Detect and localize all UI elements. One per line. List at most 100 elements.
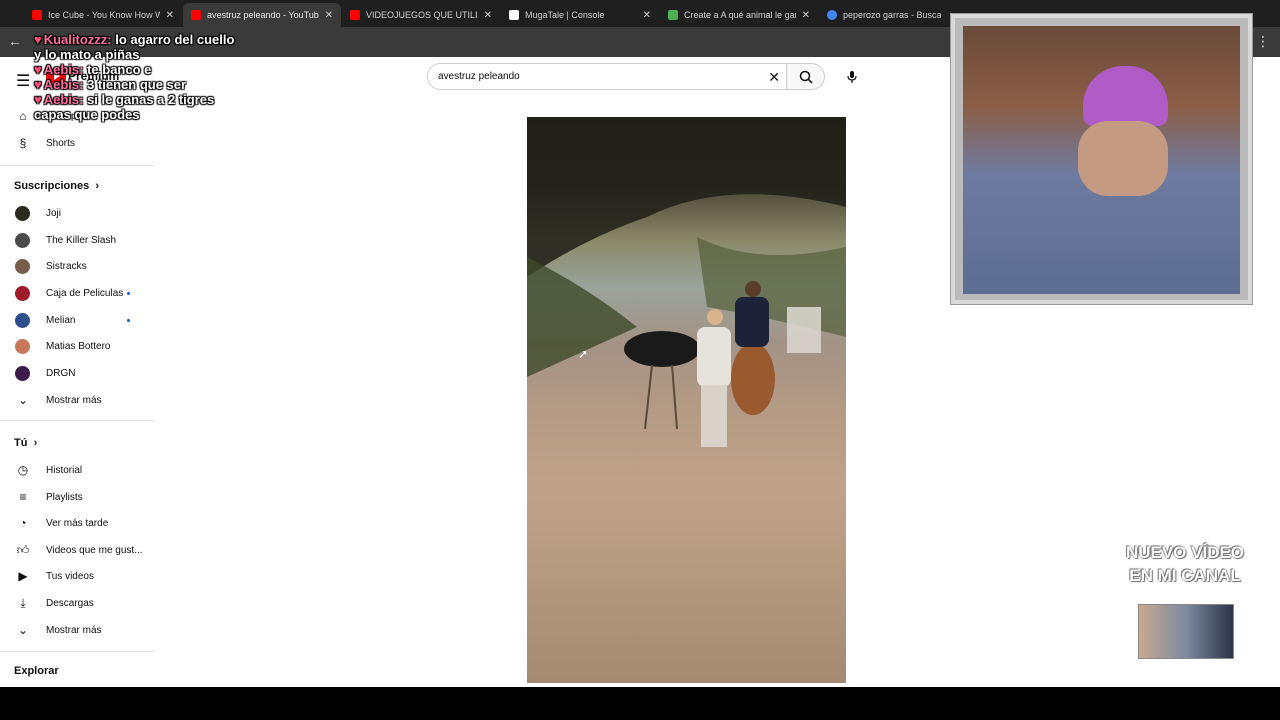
webcam-beanie [1083,66,1168,126]
browser-tab-3[interactable]: MugaTale | Console ✕ [501,3,659,27]
avatar [15,258,30,274]
close-tab-icon[interactable]: ✕ [802,10,810,21]
explore-heading-label: Explorar [14,665,59,677]
sidebar-item-playlists[interactable]: ≡ Playlists [0,485,150,509]
sidebar-item-channel[interactable]: Sistracks [0,254,150,278]
stream-chat-overlay: ♥ Kualitozzz: lo agarro del cuello y lo m… [34,32,234,122]
close-tab-icon[interactable]: ✕ [166,10,174,21]
you-heading[interactable]: Tú › [14,437,37,449]
sidebar-item-label: Playlists [46,491,83,503]
sidebar-item-channel[interactable]: The Killer Slash [0,228,150,252]
chevron-down-icon: ⌄ [17,623,29,637]
sidebar-item-label: Mostrar más [46,394,102,406]
sidebar-item-channel[interactable]: Matias Bottero [0,334,150,358]
sidebar-item-label: Descargas [46,597,94,609]
kebab-menu-icon[interactable]: ⋮ [1256,33,1270,50]
search-icon [799,70,813,84]
chat-text: y lo mato a piñas [34,47,140,62]
chat-message: ♥ Aebis: te banco e [34,62,234,77]
browser-tab-1[interactable]: avestruz peleando - YouTube ✕ [183,3,341,27]
browser-tab-5[interactable]: peperozo garras - Buscar con Google [819,3,949,27]
close-tab-icon[interactable]: ✕ [643,10,651,21]
back-arrow-icon[interactable]: ← [8,33,22,49]
youtube-favicon-icon [32,10,42,20]
sidebar-item-label: Mostrar más [46,624,102,636]
divider [0,651,155,652]
chat-nick: Aebis: [43,62,84,77]
close-tab-icon[interactable]: ✕ [325,10,333,21]
promo-line-2: EN MI CANAL [1129,566,1241,585]
channel-name: Sistracks [46,260,87,272]
channel-name: The Killer Slash [46,234,117,246]
subscriptions-heading[interactable]: Suscripciones › [14,180,99,192]
heart-icon: ♥ [34,62,42,77]
sidebar-item-your-videos[interactable]: ▶ Tus videos [0,564,150,588]
tab-title: Create a A qué animal le ganarías [684,10,796,20]
chat-text: capas que podes [34,107,140,122]
avatar [15,312,30,328]
avatar [15,205,30,221]
sidebar-item-channel[interactable]: Caja de Peliculas [0,281,150,305]
browser-tab-4[interactable]: Create a A qué animal le ganarías ✕ [660,3,818,27]
divider [0,165,155,166]
sidebar-item-shorts[interactable]: § Shorts [0,131,150,155]
tab-title: MugaTale | Console [525,10,605,20]
sidebar-item-downloads[interactable]: ⤓ Descargas [0,591,150,615]
sidebar-item-history[interactable]: ◷ Historial [0,458,150,482]
heart-icon: ♥ [34,32,42,47]
avatar [15,232,30,248]
google-favicon-icon [827,10,837,20]
avatar [15,338,30,354]
chat-text: si le ganas a 2 tigres [87,92,215,107]
avatar [15,365,30,381]
sidebar-item-label: Historial [46,464,83,476]
chat-message: ♥ Kualitozzz: lo agarro del cuello [34,32,234,47]
sidebar-item-channel[interactable]: Joji [0,201,150,225]
sidebar: ☰ Premium ⌂ Principal § Shorts Suscripci… [0,57,155,687]
search-input[interactable]: avestruz peleando ✕ [427,63,787,90]
chat-text: te banco e [87,62,152,77]
new-content-dot [127,318,130,322]
sidebar-item-channel[interactable]: Melian [0,308,150,332]
close-tab-icon[interactable]: ✕ [484,10,492,21]
sidebar-item-liked-videos[interactable]: 👍︎ Videos que me gust... [0,538,150,562]
sidebar-item-channel[interactable]: DRGN [0,361,150,385]
search-button[interactable] [787,63,825,90]
explore-heading: Explorar [14,665,59,677]
avatar [15,285,30,301]
sidebar-item-label: Tus videos [46,570,94,582]
download-icon: ⤓ [20,595,26,610]
promo-overlay-text: NUEVO VÍDEO EN MI CANAL [1110,541,1260,587]
channel-name: Melian [46,314,76,326]
clear-search-icon[interactable]: ✕ [768,69,780,86]
promo-line-1: NUEVO VÍDEO [1125,543,1245,562]
sidebar-item-show-more[interactable]: ⌄ Mostrar más [0,618,150,642]
thumbs-up-icon: 👍︎ [16,542,30,557]
browser-tab-0[interactable]: Ice Cube - You Know How We Do ✕ [24,3,182,27]
chat-message: capas que podes [34,107,234,122]
sidebar-item-show-more[interactable]: ⌄ Mostrar más [0,388,150,412]
browser-tab-2[interactable]: VIDEOJUEGOS QUE UTILIZARON ✕ [342,3,500,27]
sidebar-item-label: Ver más tarde [46,517,109,529]
youtube-favicon-icon [191,10,201,20]
voice-search-button[interactable] [838,63,865,90]
search-query: avestruz peleando [438,71,520,82]
webcam-face [1078,121,1168,196]
mouse-cursor-icon: ➚ [578,347,589,361]
chat-nick: Kualitozzz: [43,32,112,47]
chat-nick: Aebis: [43,92,84,107]
shorts-icon: § [19,136,27,150]
mugatale-favicon-icon [509,10,519,20]
short-video-player[interactable] [527,117,846,683]
chat-message: ♥ Aebis: 3 tienen que ser [34,77,234,92]
subscriptions-heading-label: Suscripciones [14,180,90,192]
chat-text: lo agarro del cuello [115,32,235,47]
video-frame-scene [527,117,846,447]
youtube-favicon-icon [350,10,360,20]
sidebar-item-label: Videos que me gust... [46,544,143,556]
webcam-overlay [951,14,1252,304]
sidebar-item-watch-later[interactable]: ◔ Ver más tarde [0,511,150,535]
chevron-down-icon: ⌄ [17,393,29,407]
you-heading-label: Tú [14,437,28,449]
hamburger-menu-icon[interactable]: ☰ [16,71,30,91]
